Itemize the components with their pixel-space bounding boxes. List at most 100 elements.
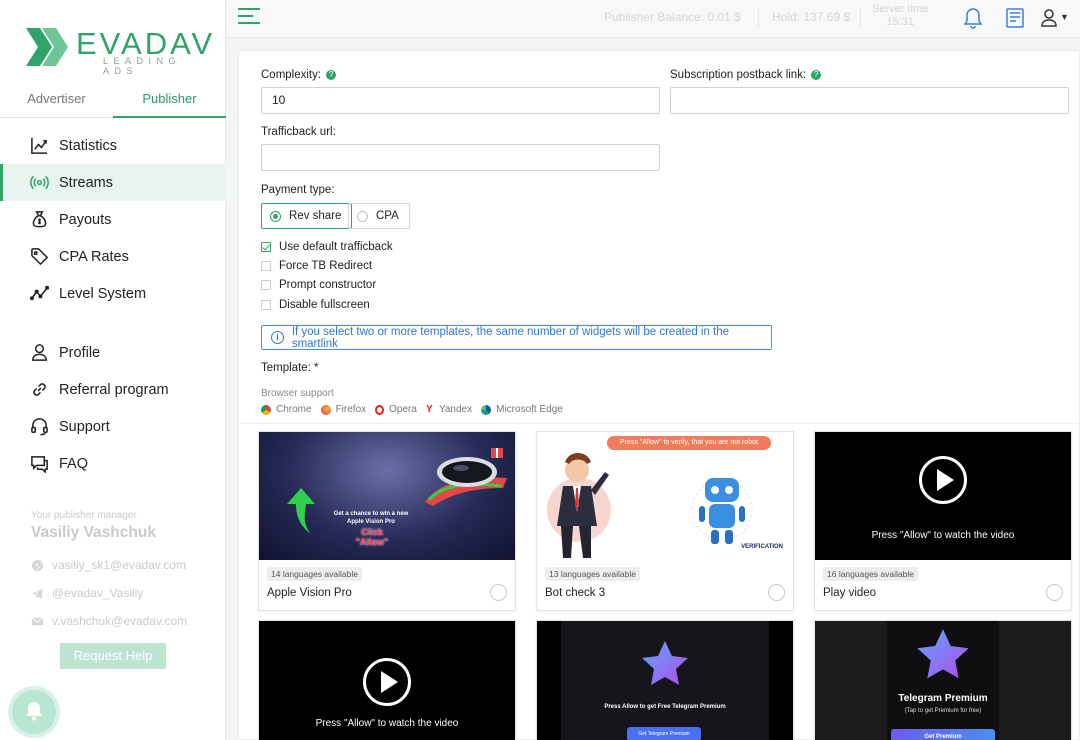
star-icon: [917, 629, 969, 679]
disable-fullscreen-checkbox[interactable]: Disable fullscreen: [261, 298, 370, 312]
template-select-radio[interactable]: [768, 584, 785, 601]
trafficback-input[interactable]: [261, 144, 660, 171]
browser-yandex: Y Yandex: [426, 404, 472, 415]
stream-form: Complexity:? 10 Subscription postback li…: [238, 50, 1080, 740]
user-icon: [32, 344, 47, 361]
browser-label: Firefox: [335, 404, 367, 415]
checkbox-label: Use default trafficback: [279, 241, 393, 253]
checkbox-box: [261, 300, 271, 310]
chevron-down-icon[interactable]: ▼: [1060, 12, 1069, 22]
prompt-constructor-checkbox[interactable]: Prompt constructor: [261, 278, 376, 292]
chrome-icon: [261, 404, 271, 415]
preview-text: Press "Allow" to watch the video: [871, 530, 1015, 541]
preview-cta: Click "Allow": [355, 527, 389, 547]
money-bag-icon: [32, 211, 47, 228]
yandex-icon: Y: [425, 403, 433, 415]
template-select-radio[interactable]: [490, 584, 507, 601]
payment-rev-share-radio[interactable]: Rev share: [261, 203, 353, 229]
request-help-button[interactable]: Request Help: [60, 643, 166, 669]
opera-icon: [375, 404, 385, 415]
sidebar-item-support[interactable]: Support: [0, 408, 226, 445]
sidebar-item-cpa-rates[interactable]: CPA Rates: [0, 238, 226, 275]
template-preview: Press Allow to get Free Telegram Premium…: [537, 621, 793, 740]
manager-name: Vasiliy Vashchuk: [31, 524, 156, 541]
checkbox-label: Prompt constructor: [279, 279, 377, 291]
divider: [758, 8, 759, 28]
logo[interactable]: EVADAV LEADING ADS: [26, 26, 212, 76]
help-icon[interactable]: ?: [326, 70, 337, 80]
brand-tagline: LEADING ADS: [103, 56, 182, 76]
browser-chrome: Chrome: [261, 404, 312, 415]
postback-label: Subscription postback link:?: [670, 69, 822, 81]
template-card-bot-check-3[interactable]: Press "Allow" to verify, that you are no…: [536, 431, 794, 611]
manager-telegram[interactable]: @evadav_Vasiliy: [31, 579, 187, 607]
checkbox-label: Force TB Redirect: [279, 260, 373, 272]
template-card-telegram-free[interactable]: Press Allow to get Free Telegram Premium…: [536, 620, 794, 740]
help-icon[interactable]: ?: [811, 70, 822, 80]
user-account-icon[interactable]: [1040, 6, 1062, 30]
manager-skype-text: vasiliy_sk1@evadav.com: [52, 558, 187, 572]
template-preview: Get a chance to win a new Apple Vision P…: [259, 432, 515, 560]
app: EVADAV LEADING ADS Advertiser Publisher …: [0, 0, 1080, 740]
arrow-up-icon: [287, 488, 315, 534]
sidebar-item-streams[interactable]: Streams: [0, 164, 226, 201]
sidebar-item-label: FAQ: [59, 455, 89, 472]
sidebar-item-label: Profile: [59, 344, 101, 361]
info-text: If you select two or more templates, the…: [291, 325, 730, 350]
broadcast-icon: [30, 175, 49, 190]
radio-dot: [357, 210, 368, 222]
tag-icon: [31, 248, 49, 266]
postback-input[interactable]: [670, 87, 1069, 114]
tab-advertiser[interactable]: Advertiser: [0, 88, 113, 118]
server-time: Server time 15:31: [872, 3, 928, 29]
payment-type-label: Payment type:: [261, 184, 335, 196]
languages-badge: 16 languages available: [823, 567, 918, 581]
sidebar-item-referral[interactable]: Referral program: [0, 371, 226, 408]
template-card-telegram-premium[interactable]: Telegram Premium (Tap to get Premium for…: [814, 620, 1072, 740]
manager-telegram-text: @evadav_Vasiliy: [52, 586, 144, 600]
menu-toggle-icon[interactable]: [238, 8, 260, 26]
template-card-body: 14 languages available Apple Vision Pro: [259, 560, 515, 610]
checkbox-box: [261, 280, 271, 290]
manager-email[interactable]: v.vashchuk@evadav.com: [31, 607, 187, 635]
trafficback-label: Trafficback url:: [261, 126, 336, 138]
sidebar-item-payouts[interactable]: Payouts: [0, 201, 226, 238]
force-tb-redirect-checkbox[interactable]: Force TB Redirect: [261, 259, 372, 273]
sidebar-item-label: CPA Rates: [59, 248, 129, 265]
skype-icon: S: [31, 559, 44, 571]
sidebar-item-label: Payouts: [59, 211, 112, 228]
preview-subtitle: (Tap to get Premium for free): [904, 708, 982, 714]
sidebar-item-level-system[interactable]: Level System: [0, 275, 226, 312]
template-select-radio[interactable]: [1046, 584, 1063, 601]
sidebar-item-statistics[interactable]: Statistics: [0, 127, 226, 164]
publisher-balance: Publisher Balance: 0.01 $: [604, 10, 741, 24]
sidebar-item-faq[interactable]: FAQ: [0, 445, 226, 482]
payment-cpa-radio[interactable]: CPA: [348, 203, 410, 229]
telegram-icon: [31, 588, 44, 599]
radio-label: Rev share: [289, 210, 342, 222]
manager-skype[interactable]: S vasiliy_sk1@evadav.com: [31, 551, 187, 579]
browser-support-caption: Browser support: [261, 388, 334, 399]
preview-title: Telegram Premium: [898, 693, 988, 704]
languages-badge: 13 languages available: [545, 567, 640, 581]
floating-notification-button[interactable]: [12, 690, 56, 734]
news-icon[interactable]: [1004, 6, 1026, 30]
sidebar-item-profile[interactable]: Profile: [0, 334, 226, 371]
sidebar-item-label: Support: [59, 418, 110, 435]
template-card-video-2[interactable]: Press "Allow" to watch the video: [258, 620, 516, 740]
sidebar-item-label: Streams: [59, 174, 113, 191]
template-card-play-video[interactable]: Press "Allow" to watch the video 16 lang…: [814, 431, 1072, 611]
template-card-body: 16 languages available Play video: [815, 560, 1071, 610]
complexity-input[interactable]: 10: [261, 87, 660, 114]
preview-cta-button: Get Premium: [891, 729, 995, 740]
radio-label: CPA: [376, 210, 399, 222]
headset-product-icon: [425, 448, 507, 506]
notifications-bell-icon[interactable]: [962, 6, 984, 30]
template-preview: Press "Allow" to watch the video: [259, 621, 515, 740]
manager-email-text: v.vashchuk@evadav.com: [52, 614, 188, 628]
browser-label: Microsoft Edge: [496, 404, 563, 415]
template-card-apple-vision-pro[interactable]: Get a chance to win a new Apple Vision P…: [258, 431, 516, 611]
tab-publisher[interactable]: Publisher: [113, 88, 226, 118]
use-default-trafficback-checkbox[interactable]: Use default trafficback: [261, 240, 393, 254]
divider: [860, 8, 861, 28]
